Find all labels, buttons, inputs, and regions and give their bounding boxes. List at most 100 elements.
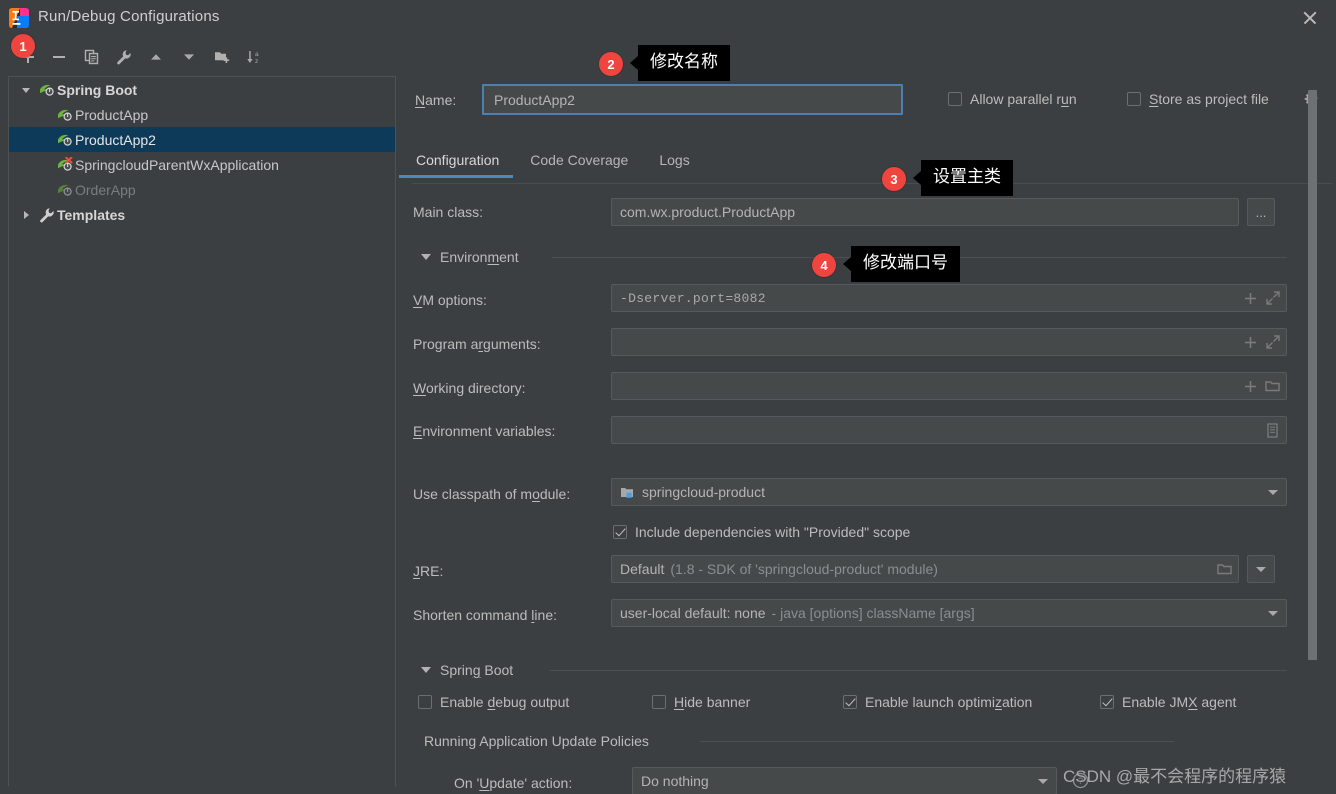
checkbox-box <box>1100 695 1114 709</box>
sort-alphabetically-button[interactable]: a z <box>240 43 268 71</box>
callout-tooltip-2: 修改名称 <box>630 45 730 81</box>
jre-dropdown-button[interactable] <box>1247 555 1275 583</box>
main-class-label: Main class: <box>413 204 484 220</box>
remove-configuration-button[interactable] <box>45 43 73 71</box>
new-folder-button[interactable] <box>208 43 236 71</box>
chevron-down-icon <box>1256 566 1266 572</box>
tree-item-springcloudparentwxapplication[interactable]: SpringcloudParentWxApplication <box>9 152 395 177</box>
hide-banner-label: Hide banner <box>674 694 751 710</box>
tab-logs[interactable]: Logs <box>659 148 689 178</box>
spring-boot-icon <box>55 182 75 198</box>
tree-item-productapp[interactable]: ProductApp <box>9 102 395 127</box>
working-directory-label: Working directory: <box>413 380 526 396</box>
callout-tooltip-3: 设置主类 <box>913 160 1013 196</box>
environment-variables-label: Environment variables: <box>413 423 556 439</box>
jre-input[interactable]: Default (1.8 - SDK of 'springcloud-produ… <box>611 555 1239 583</box>
tree-item-orderapp[interactable]: OrderApp <box>9 177 395 202</box>
allow-parallel-run-checkbox[interactable]: Allow parallel run <box>948 91 1077 107</box>
tree-item-label: Templates <box>57 206 126 223</box>
intellij-idea-logo <box>8 7 30 29</box>
hide-banner-checkbox[interactable]: Hide banner <box>652 694 750 710</box>
wrench-icon <box>37 207 57 223</box>
program-arguments-icons <box>1243 329 1280 355</box>
store-as-project-file-label: Store as project file <box>1149 91 1269 107</box>
arrow-down-icon <box>175 43 203 71</box>
section-divider <box>700 741 1174 742</box>
sort-az-icon: a z <box>240 43 268 71</box>
working-directory-input[interactable] <box>611 372 1287 400</box>
tree-item-label: ProductApp <box>75 106 149 123</box>
program-arguments-input[interactable] <box>611 328 1287 356</box>
name-label: Name: <box>415 92 457 108</box>
copy-icon <box>78 43 106 71</box>
spring-boot-section-title: Spring Boot <box>440 662 514 678</box>
enable-debug-output-checkbox[interactable]: Enable debug output <box>418 694 569 710</box>
enable-launch-optimization-checkbox[interactable]: Enable launch optimization <box>843 694 1032 710</box>
main-class-browse-button[interactable]: ... <box>1247 198 1275 226</box>
csdn-watermark: CSDN @最不会程序的程序猿 <box>1063 767 1287 786</box>
expand-icon[interactable] <box>1265 291 1280 306</box>
chevron-right-icon[interactable] <box>15 210 37 220</box>
name-input[interactable]: ProductApp2 <box>482 84 903 115</box>
folder-icon[interactable] <box>1217 562 1232 577</box>
include-provided-scope-checkbox[interactable]: Include dependencies with "Provided" sco… <box>613 524 910 540</box>
environment-section-title: Environment <box>440 249 519 265</box>
tab-code-coverage[interactable]: Code Coverage <box>530 148 628 178</box>
store-as-project-file-checkbox[interactable]: Store as project file <box>1127 91 1269 107</box>
spring-boot-icon <box>37 82 57 98</box>
chevron-down-icon[interactable] <box>15 85 37 95</box>
expand-icon[interactable] <box>1265 335 1280 350</box>
use-classpath-of-module-combo[interactable]: springcloud-product <box>611 478 1287 506</box>
folder-plus-icon <box>208 43 236 71</box>
shorten-command-line-value: user-local default: none <box>620 605 766 621</box>
plus-icon[interactable] <box>1243 335 1258 350</box>
list-icon[interactable] <box>1265 422 1280 438</box>
main-class-input[interactable]: com.wx.product.ProductApp <box>611 198 1239 226</box>
on-update-action-combo[interactable]: Do nothing <box>632 767 1057 794</box>
scrollbar-thumb[interactable] <box>1308 90 1317 660</box>
tree-item-label: OrderApp <box>75 181 136 198</box>
shorten-command-line-combo[interactable]: user-local default: none - java [options… <box>611 599 1287 627</box>
arrow-up-icon <box>142 43 170 71</box>
plus-icon[interactable] <box>1243 379 1258 394</box>
checkbox-box <box>948 92 962 106</box>
jre-icons <box>1217 556 1232 582</box>
enable-jmx-agent-checkbox[interactable]: Enable JMX agent <box>1100 694 1236 710</box>
environment-section-header[interactable]: Environment <box>421 249 519 265</box>
include-provided-scope-label: Include dependencies with "Provided" sco… <box>635 524 911 540</box>
plus-icon[interactable] <box>1243 291 1258 306</box>
program-arguments-label: Program arguments: <box>413 336 541 352</box>
vm-options-label: VM options: <box>413 292 487 308</box>
tabs-divider <box>412 183 1332 184</box>
shorten-command-line-label: Shorten command line: <box>413 607 557 623</box>
move-up-button[interactable] <box>142 43 170 71</box>
callout-tooltip-4: 修改端口号 <box>843 246 960 282</box>
move-down-button[interactable] <box>175 43 203 71</box>
shorten-command-line-suffix: - java [options] className [args] <box>771 605 975 621</box>
checkbox-box <box>1127 92 1141 106</box>
environment-variables-input[interactable] <box>611 416 1287 444</box>
tab-configuration[interactable]: Configuration <box>398 148 514 178</box>
callout-badge-2: 2 <box>599 52 623 76</box>
tree-item-spring-boot[interactable]: Spring Boot <box>9 77 395 102</box>
main-class-value: com.wx.product.ProductApp <box>620 204 796 220</box>
chevron-down-icon <box>1268 611 1278 616</box>
spring-boot-icon <box>55 107 75 123</box>
svg-text:a: a <box>255 51 259 58</box>
tree-item-label: Spring Boot <box>57 81 138 98</box>
callout-badge-3: 3 <box>882 167 906 191</box>
vm-options-input[interactable]: -Dserver.port=8082 <box>611 284 1287 312</box>
spring-boot-icon <box>55 132 75 148</box>
title-bar: Run/Debug Configurations <box>0 0 1336 36</box>
tree-item-productapp2[interactable]: ProductApp2 <box>9 127 395 152</box>
svg-text:z: z <box>255 58 258 65</box>
close-icon[interactable] <box>1300 8 1320 28</box>
folder-icon[interactable] <box>1265 379 1280 394</box>
chevron-down-icon <box>421 667 431 673</box>
spring-boot-section-header[interactable]: Spring Boot <box>421 662 513 678</box>
copy-configuration-button[interactable] <box>78 43 106 71</box>
ellipsis-icon: ... <box>1255 204 1267 220</box>
wrench-icon <box>110 43 138 71</box>
edit-templates-button[interactable] <box>110 43 138 71</box>
tree-item-templates[interactable]: Templates <box>9 202 395 227</box>
